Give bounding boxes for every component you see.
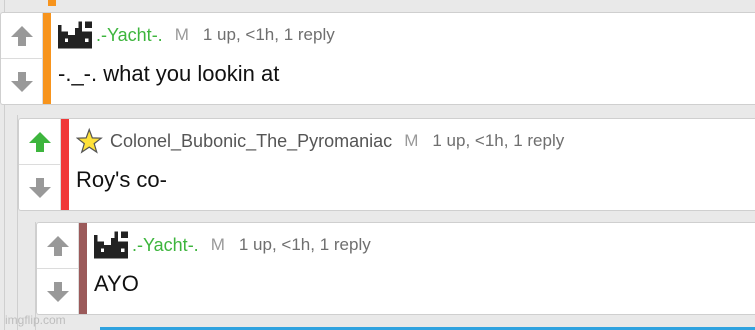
comment-color-bar <box>61 119 69 210</box>
comment-text: -._-. what you lookin at <box>58 61 280 86</box>
comment: .-Yacht-. M 1 up<1h1 reply AYO <box>36 222 755 315</box>
reply-count[interactable]: 1 reply <box>274 25 334 44</box>
upvote-count: 1 up <box>432 131 466 150</box>
comment-meta: .-Yacht-. M 1 up<1h1 reply <box>58 13 755 57</box>
comment: Colonel_Bubonic_The_Pyromaniac M 1 up<1h… <box>18 118 755 211</box>
comment-stats: 1 up<1h1 reply <box>432 131 564 151</box>
downvote-button[interactable] <box>37 268 78 314</box>
down-arrow-icon <box>46 281 69 302</box>
comment-stats: 1 up<1h1 reply <box>203 25 335 45</box>
down-arrow-icon <box>28 177 51 198</box>
upvote-button[interactable] <box>1 13 42 58</box>
gender-label: M <box>210 235 225 254</box>
comment-body: .-Yacht-. M 1 up<1h1 reply -._-. what yo… <box>51 13 755 104</box>
comment-age: <1h <box>465 131 503 150</box>
reply-count[interactable]: 1 reply <box>310 235 370 254</box>
down-arrow-icon <box>10 71 33 92</box>
comment-meta: Colonel_Bubonic_The_Pyromaniac M 1 up<1h… <box>76 119 755 163</box>
comment-text: AYO <box>94 271 139 296</box>
username-link[interactable]: Colonel_Bubonic_The_Pyromaniac <box>110 131 392 152</box>
vote-controls <box>37 223 79 314</box>
gender-label: M <box>174 25 189 44</box>
reply-count[interactable]: 1 reply <box>504 131 564 150</box>
upvote-button[interactable] <box>19 119 60 164</box>
vote-controls <box>1 13 43 104</box>
username-link[interactable]: .-Yacht-. <box>132 235 199 256</box>
upvote-count: 1 up <box>238 235 272 254</box>
pixel-avatar-icon[interactable] <box>58 21 92 49</box>
comment-meta: .-Yacht-. M 1 up<1h1 reply <box>94 223 755 267</box>
comment-color-bar <box>79 223 87 314</box>
username-link[interactable]: .-Yacht-. <box>96 25 163 46</box>
comment-body: .-Yacht-. M 1 up<1h1 reply AYO <box>87 223 755 314</box>
downvote-button[interactable] <box>19 164 60 210</box>
star-icon[interactable] <box>76 127 106 155</box>
comment-age: <1h <box>236 25 274 44</box>
comment: .-Yacht-. M 1 up<1h1 reply -._-. what yo… <box>0 12 755 105</box>
up-arrow-icon <box>28 131 51 152</box>
vote-controls <box>19 119 61 210</box>
pixel-avatar-icon[interactable] <box>94 231 128 259</box>
comment-stats: 1 up<1h1 reply <box>239 235 371 255</box>
comment-body: Colonel_Bubonic_The_Pyromaniac M 1 up<1h… <box>69 119 755 210</box>
downvote-button[interactable] <box>1 58 42 104</box>
upvote-button[interactable] <box>37 223 78 268</box>
comment-color-bar <box>43 13 51 104</box>
watermark: imgflip.com <box>5 313 66 327</box>
upvote-count: 1 up <box>202 25 236 44</box>
up-arrow-icon <box>46 235 69 256</box>
comment-age: <1h <box>272 235 310 254</box>
gender-label: M <box>404 131 419 150</box>
up-arrow-icon <box>10 25 33 46</box>
previous-comment-color-bar <box>48 0 56 6</box>
comment-text: Roy's co- <box>76 167 167 192</box>
